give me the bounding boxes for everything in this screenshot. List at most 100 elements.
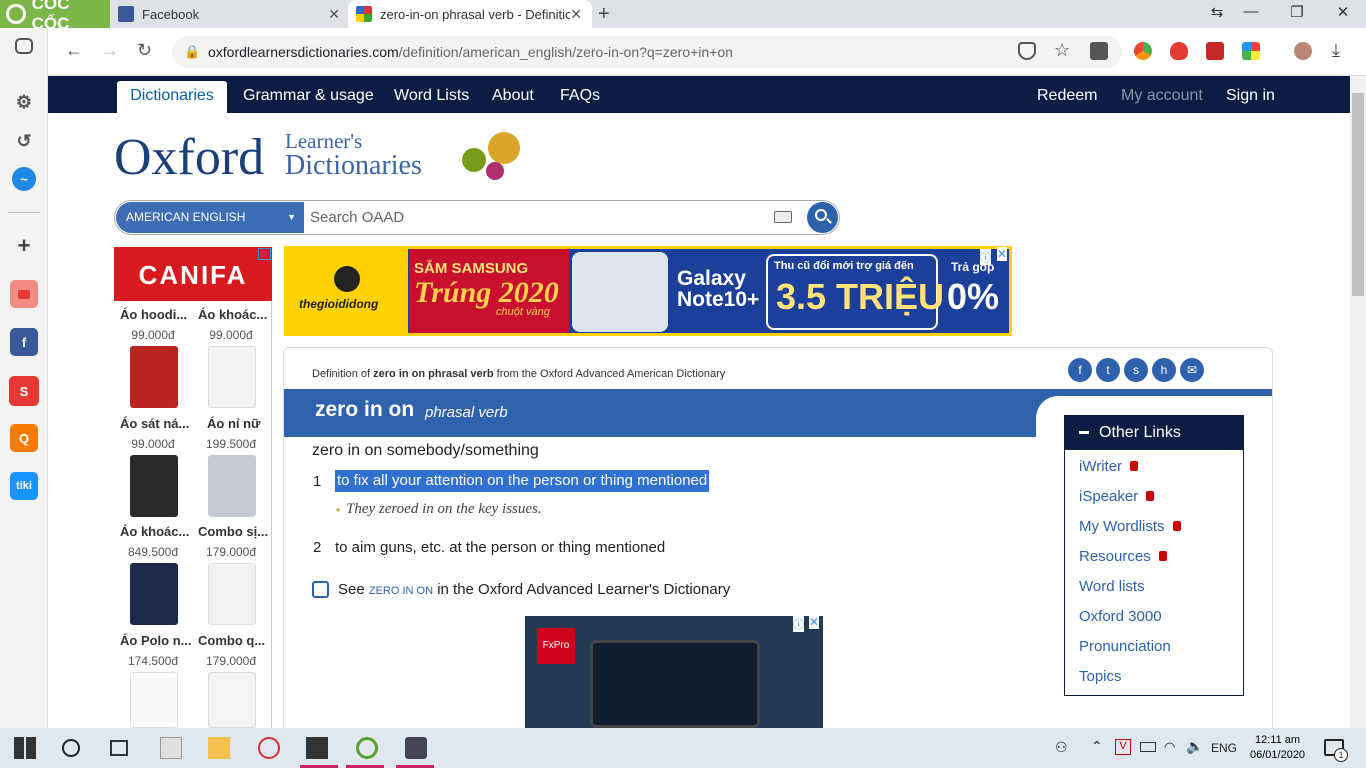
- tray-chevron-icon[interactable]: ⌃: [1091, 738, 1103, 755]
- product-image[interactable]: [208, 455, 256, 517]
- shopee-icon[interactable]: S: [9, 376, 39, 406]
- color-extension-icon[interactable]: [1242, 42, 1260, 60]
- link-resources[interactable]: Resources: [1079, 548, 1167, 565]
- canifa-logo[interactable]: CANIFA: [114, 247, 272, 301]
- link-iwriter[interactable]: iWriter: [1079, 458, 1139, 475]
- sidebar-panel-icon[interactable]: [15, 38, 33, 54]
- product-image[interactable]: [208, 346, 256, 408]
- tab-facebook[interactable]: Facebook ✕: [110, 0, 350, 28]
- minimize-icon[interactable]: —: [1228, 3, 1274, 20]
- product-name[interactable]: Áo hoodi...: [120, 307, 192, 322]
- nav-grammar-usage[interactable]: Grammar & usage: [243, 87, 374, 105]
- link-pronunciation[interactable]: Pronunciation: [1079, 638, 1171, 655]
- task-view-icon[interactable]: [110, 740, 128, 756]
- oxford-logo[interactable]: Oxford: [114, 128, 264, 187]
- product-name[interactable]: Áo khoác...: [120, 524, 192, 539]
- link-word-lists[interactable]: Word lists: [1079, 578, 1145, 595]
- link-topics[interactable]: Topics: [1079, 668, 1122, 685]
- product-name[interactable]: Áo khoác...: [198, 307, 270, 322]
- external-link-icon[interactable]: [312, 581, 329, 598]
- email-share-icon[interactable]: ✉: [1180, 358, 1204, 382]
- search-input[interactable]: Search OAAD: [310, 209, 404, 226]
- close-window-icon[interactable]: ✕: [1320, 3, 1366, 21]
- maximize-icon[interactable]: ❐: [1274, 3, 1320, 21]
- see-also-link[interactable]: See ZERO IN ON in the Oxford Advanced Le…: [338, 581, 730, 598]
- collapse-icon[interactable]: [1079, 431, 1089, 435]
- wifi-icon[interactable]: ◠: [1164, 739, 1175, 755]
- product-image[interactable]: [130, 455, 178, 517]
- product-image[interactable]: [208, 563, 256, 625]
- battery-icon[interactable]: [1140, 742, 1156, 752]
- product-image[interactable]: [208, 672, 256, 728]
- adchoices-icon[interactable]: ▷: [258, 248, 271, 260]
- people-icon[interactable]: ⚇: [1055, 739, 1068, 756]
- nav-redeem[interactable]: Redeem: [1037, 87, 1097, 105]
- adblock-icon[interactable]: [1170, 42, 1188, 60]
- link-my-wordlists[interactable]: My Wordlists: [1079, 518, 1181, 535]
- facebook-share-icon[interactable]: f: [1068, 358, 1092, 382]
- youtube-icon[interactable]: [10, 280, 38, 308]
- reload-icon[interactable]: ↻: [137, 40, 152, 61]
- taskbar-app-icon[interactable]: [160, 737, 182, 759]
- product-name[interactable]: Combo sị...: [198, 524, 270, 539]
- product-image[interactable]: [130, 346, 178, 408]
- url-text[interactable]: oxfordlearnersdictionaries.com/definitio…: [208, 44, 733, 60]
- twitter-share-icon[interactable]: t: [1096, 358, 1120, 382]
- cortana-search-icon[interactable]: [62, 739, 80, 757]
- search-app-icon[interactable]: Q: [10, 424, 38, 452]
- close-ad-icon[interactable]: ✕: [997, 247, 1008, 261]
- settings-gear-icon[interactable]: ⚙: [10, 88, 38, 116]
- extension-red-icon[interactable]: [1206, 42, 1224, 60]
- product-image[interactable]: [130, 563, 178, 625]
- nav-dictionaries[interactable]: Dictionaries: [117, 81, 227, 113]
- nav-my-account[interactable]: My account: [1121, 87, 1203, 105]
- language-indicator[interactable]: ENG: [1211, 741, 1237, 755]
- product-name[interactable]: Áo nỉ nữ: [207, 416, 279, 431]
- clock[interactable]: 12:11 am 06/01/2020: [1250, 733, 1305, 763]
- messenger-icon[interactable]: ~: [12, 167, 36, 191]
- bookmark-star-icon[interactable]: ☆: [1054, 40, 1070, 61]
- close-tab-icon[interactable]: ✕: [570, 6, 582, 23]
- file-explorer-icon[interactable]: [208, 737, 230, 759]
- hi5-share-icon[interactable]: h: [1152, 358, 1176, 382]
- nav-about[interactable]: About: [492, 87, 534, 105]
- shield-icon[interactable]: [1018, 42, 1036, 60]
- product-image[interactable]: [130, 672, 178, 728]
- volume-icon[interactable]: 🔈: [1186, 738, 1203, 755]
- tab-oxford[interactable]: zero-in-on phrasal verb - Definitio ✕: [348, 0, 592, 28]
- back-icon[interactable]: ←: [65, 40, 83, 61]
- language-select[interactable]: AMERICAN ENGLISH ▼: [116, 202, 304, 233]
- forward-icon[interactable]: →: [101, 40, 119, 61]
- adchoices-icon[interactable]: ⓘ: [980, 249, 991, 265]
- sense-definition-selected[interactable]: to fix all your attention on the person …: [335, 470, 710, 492]
- nav-sign-in[interactable]: Sign in: [1226, 87, 1275, 105]
- stumbleupon-share-icon[interactable]: s: [1124, 358, 1148, 382]
- nav-faqs[interactable]: FAQs: [560, 87, 600, 105]
- close-ad-icon[interactable]: ✕: [809, 615, 820, 629]
- nav-word-lists[interactable]: Word Lists: [394, 87, 469, 105]
- product-name[interactable]: Combo q...: [198, 633, 270, 648]
- product-name[interactable]: Áo Polo n...: [120, 633, 192, 648]
- history-icon[interactable]: ↺: [10, 127, 38, 155]
- search-button[interactable]: [807, 202, 838, 233]
- download-page-icon[interactable]: [1090, 42, 1108, 60]
- product-name[interactable]: Áo sát ná...: [120, 416, 192, 431]
- close-tab-icon[interactable]: ✕: [328, 6, 340, 23]
- adchoices-icon[interactable]: ⓘ: [793, 616, 804, 632]
- new-tab-icon[interactable]: +: [598, 3, 610, 26]
- facebook-app-icon[interactable]: f: [10, 328, 38, 356]
- profile-avatar[interactable]: [1294, 42, 1312, 60]
- add-app-icon[interactable]: +: [10, 232, 38, 260]
- coccoc-brand[interactable]: CỐC CỐC: [0, 0, 110, 33]
- downloads-icon[interactable]: ⤓: [1332, 40, 1340, 61]
- link-ispeaker[interactable]: iSpeaker: [1079, 488, 1155, 505]
- scrollbar-thumb[interactable]: [1352, 93, 1364, 296]
- windows-start-icon[interactable]: [14, 737, 36, 759]
- taskbar-app-icon[interactable]: [306, 737, 328, 759]
- extension-icon[interactable]: [1134, 42, 1152, 60]
- coccoc-taskbar-icon[interactable]: [356, 737, 378, 759]
- link-oxford-3000[interactable]: Oxford 3000: [1079, 608, 1162, 625]
- tiki-icon[interactable]: tiki: [10, 472, 38, 500]
- taskbar-app-icon[interactable]: [258, 737, 280, 759]
- other-links-header[interactable]: Other Links: [1065, 416, 1243, 450]
